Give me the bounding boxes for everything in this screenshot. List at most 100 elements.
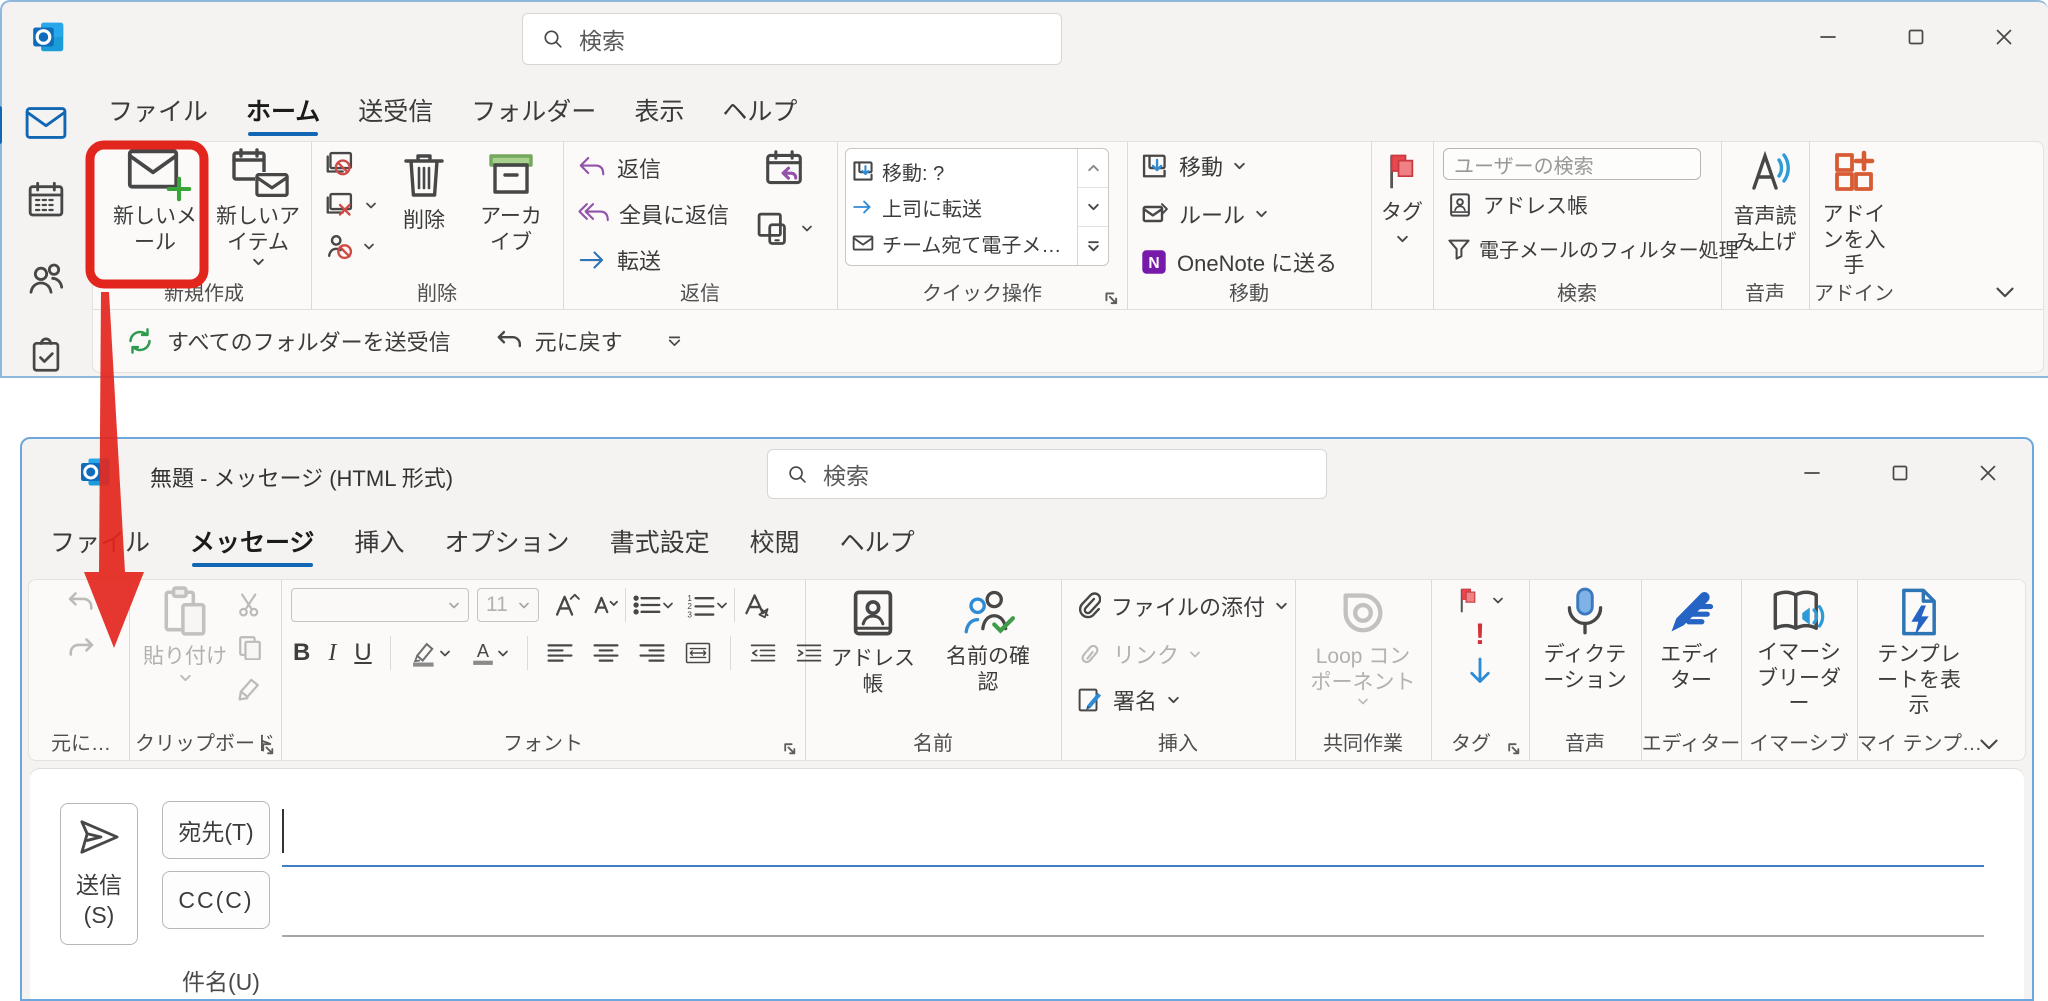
numbering-button[interactable]: 123: [686, 592, 728, 618]
sidebar-item-calendar[interactable]: [23, 180, 69, 220]
highlight-color-button[interactable]: [409, 639, 451, 667]
tab-review[interactable]: 校閲: [750, 523, 800, 569]
tab-help[interactable]: ヘルプ: [722, 92, 797, 138]
tab-options[interactable]: オプション: [445, 523, 570, 569]
distribute-button[interactable]: [684, 641, 712, 665]
tab-home[interactable]: ホーム: [246, 92, 320, 138]
tab-view[interactable]: 表示: [634, 92, 684, 138]
underline-button[interactable]: U: [354, 639, 371, 667]
loop-components-button[interactable]: Loop コンポーネント: [1295, 588, 1431, 706]
to-field[interactable]: [282, 805, 1984, 863]
qat-customize-button[interactable]: [667, 335, 682, 347]
link-button[interactable]: リンク: [1077, 638, 1201, 670]
align-left-button[interactable]: [546, 641, 574, 665]
tags-dialog-launcher[interactable]: [1506, 741, 1521, 756]
maximize-button[interactable]: [1856, 441, 1944, 505]
quick-step-to-manager[interactable]: 上司に転送: [852, 193, 1071, 222]
forward-button[interactable]: 転送: [577, 244, 661, 276]
close-button[interactable]: [1944, 441, 2032, 505]
junk-button[interactable]: [325, 191, 377, 219]
bold-button[interactable]: B: [293, 639, 310, 667]
high-importance-button[interactable]: !: [1475, 620, 1485, 650]
grow-font-button[interactable]: [553, 591, 583, 619]
tab-format-text[interactable]: 書式設定: [610, 523, 710, 569]
quick-step-team-email[interactable]: チーム宛て電子メ…: [852, 229, 1071, 258]
tab-help[interactable]: ヘルプ: [840, 523, 915, 569]
reply-button[interactable]: 返信: [577, 152, 661, 184]
address-book-button[interactable]: アドレス帳: [1447, 190, 1588, 220]
send-receive-all-button[interactable]: すべてのフォルダーを送受信: [125, 325, 451, 357]
quick-step-move-to[interactable]: 移動: ?: [852, 157, 1071, 186]
dictate-button[interactable]: ディクテーション: [1529, 586, 1641, 693]
cc-button[interactable]: CC(C): [162, 871, 270, 929]
new-mail-button[interactable]: 新しいメール: [103, 148, 207, 255]
tab-send-receive[interactable]: 送受信: [358, 92, 433, 138]
paste-button[interactable]: 貼り付け: [139, 586, 231, 683]
close-button[interactable]: [1960, 5, 2048, 69]
compose-search-box[interactable]: 検索: [767, 449, 1327, 499]
shrink-font-button[interactable]: [593, 592, 619, 618]
more-button[interactable]: [1078, 227, 1108, 265]
main-search-box[interactable]: 検索: [522, 13, 1062, 65]
sidebar-item-tasks[interactable]: [23, 336, 69, 376]
align-right-button[interactable]: [638, 641, 666, 665]
tab-message[interactable]: メッセージ: [190, 523, 315, 569]
tab-folder[interactable]: フォルダー: [471, 92, 596, 138]
ignore-button[interactable]: [325, 150, 377, 178]
decrease-indent-button[interactable]: [749, 641, 777, 665]
share-to-device-button[interactable]: [755, 210, 813, 246]
follow-up-button[interactable]: [1456, 586, 1504, 614]
cc-field[interactable]: [282, 875, 1984, 931]
reply-all-button[interactable]: 全員に返信: [577, 198, 729, 230]
get-addins-button[interactable]: アドインを入手: [1809, 148, 1899, 279]
font-size-select[interactable]: 11: [477, 588, 539, 622]
immersive-reader-button[interactable]: イマーシブリーダー: [1741, 586, 1857, 717]
scroll-down-button[interactable]: [1078, 188, 1108, 227]
subject-field[interactable]: [282, 955, 1984, 999]
low-importance-button[interactable]: [1468, 656, 1492, 686]
cut-button[interactable]: [237, 592, 263, 618]
read-aloud-button[interactable]: 音声読み上げ: [1721, 148, 1809, 255]
filter-email-button[interactable]: 電子メールのフィルター処理: [1447, 234, 1759, 263]
undo-button[interactable]: [66, 590, 96, 616]
block-sender-button[interactable]: [325, 232, 377, 260]
meeting-reply-button[interactable]: [764, 150, 804, 188]
user-search-input[interactable]: ユーザーの検索: [1443, 148, 1701, 180]
sidebar-item-people[interactable]: [23, 258, 69, 298]
move-button[interactable]: 移動: [1141, 150, 1246, 182]
delete-button[interactable]: 削除: [389, 150, 459, 234]
tab-file[interactable]: ファイル: [50, 523, 150, 569]
to-button[interactable]: 宛先(T): [162, 801, 270, 859]
quick-steps-dialog-launcher[interactable]: [1103, 290, 1119, 306]
font-color-button[interactable]: A: [469, 639, 509, 667]
address-book-button[interactable]: アドレス帳: [821, 588, 925, 697]
font-name-select[interactable]: [291, 588, 469, 622]
rules-button[interactable]: ルール: [1141, 198, 1268, 230]
italic-button[interactable]: I: [328, 640, 336, 667]
ribbon-collapse-button[interactable]: [1979, 738, 1999, 752]
send-to-onenote-button[interactable]: N OneNote に送る: [1141, 246, 1337, 278]
sidebar-item-mail[interactable]: [23, 104, 69, 142]
tab-file[interactable]: ファイル: [108, 92, 208, 138]
undo-button[interactable]: 元に戻す: [495, 325, 623, 357]
redo-button[interactable]: [66, 636, 96, 662]
minimize-button[interactable]: [1784, 5, 1872, 69]
editor-button[interactable]: エディター: [1641, 586, 1741, 693]
clear-formatting-button[interactable]: [741, 591, 771, 619]
archive-button[interactable]: アーカイブ: [469, 150, 553, 255]
send-button[interactable]: 送信(S): [60, 803, 138, 945]
bullets-button[interactable]: [632, 592, 674, 618]
tags-button[interactable]: タグ: [1371, 150, 1433, 244]
format-painter-button[interactable]: [237, 676, 263, 702]
scroll-up-button[interactable]: [1078, 149, 1108, 188]
attach-file-button[interactable]: ファイルの添付: [1077, 590, 1288, 622]
new-item-button[interactable]: 新しいアイテム: [209, 148, 307, 267]
align-center-button[interactable]: [592, 641, 620, 665]
clipboard-dialog-launcher[interactable]: [260, 741, 275, 756]
signature-button[interactable]: 署名: [1077, 684, 1180, 716]
tab-insert[interactable]: 挿入: [355, 523, 405, 569]
copy-button[interactable]: [237, 634, 263, 660]
view-templates-button[interactable]: テンプレートを表示: [1857, 586, 1981, 719]
check-names-button[interactable]: 名前の確認: [933, 586, 1043, 695]
minimize-button[interactable]: [1768, 441, 1856, 505]
